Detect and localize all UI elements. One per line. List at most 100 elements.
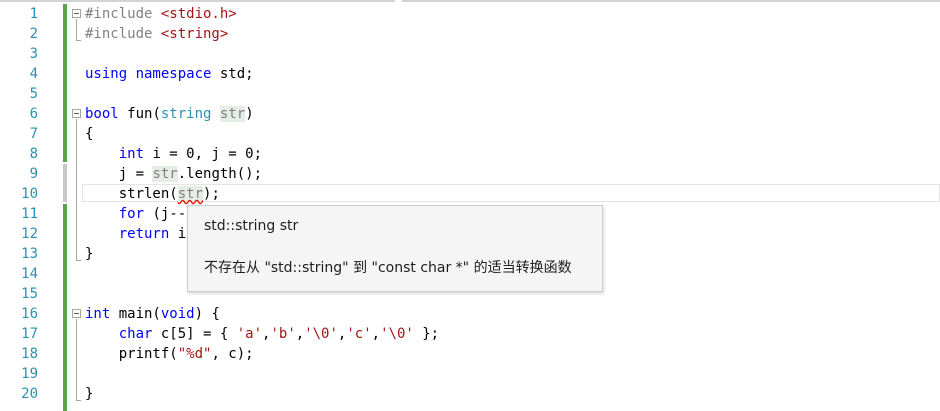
code-token: str: [152, 166, 178, 182]
line-number: 3: [29, 46, 38, 62]
code-token: #include: [85, 26, 161, 42]
code-text: }: [85, 384, 93, 404]
code-text: int main(void) {: [85, 304, 220, 324]
code-text: strlen(str);: [85, 184, 220, 204]
code-token: int: [118, 146, 153, 162]
code-line[interactable]: 17 char c[5] = { 'a','b','\0','c','\0' }…: [0, 324, 940, 344]
code-text: bool fun(string str): [85, 104, 254, 124]
code-token: str: [177, 186, 204, 202]
code-text: using namespace std;: [85, 64, 254, 84]
line-number: 13: [21, 246, 38, 262]
code-line[interactable]: 8 int i = 0, j = 0;: [0, 144, 940, 164]
code-token: 'a': [236, 326, 263, 342]
line-number: 17: [21, 326, 38, 342]
code-token: ): [245, 106, 254, 122]
code-token: fun(: [127, 106, 161, 122]
code-token: printf(: [85, 346, 178, 362]
code-token: using: [85, 66, 136, 82]
code-line[interactable]: 16 int main(void) {: [0, 304, 940, 324]
line-number: 2: [29, 26, 38, 42]
code-token: bool: [85, 106, 128, 122]
code-text: }: [85, 244, 93, 264]
code-token: }: [85, 246, 94, 262]
code-line[interactable]: 10 strlen(str);: [0, 184, 940, 204]
code-text: j = str.length();: [85, 164, 262, 184]
quick-info-tooltip: std::string str 不存在从 "std::string" 到 "co…: [187, 205, 603, 292]
editor-top-border: [0, 0, 940, 3]
code-token: '\0': [304, 326, 338, 342]
code-token: str: [219, 106, 246, 122]
code-editor[interactable]: 1 #include <stdio.h> 2 #include <string> 3 4 u…: [0, 0, 940, 411]
code-text: #include <string>: [85, 24, 228, 44]
code-token: strlen(: [85, 186, 178, 202]
code-token: char: [118, 326, 161, 342]
line-number: 15: [21, 286, 38, 302]
code-token: #include: [85, 6, 161, 22]
code-token: void: [160, 306, 195, 322]
code-text: #include <stdio.h>: [85, 4, 237, 24]
code-token: string: [160, 106, 220, 122]
line-number: 12: [21, 226, 38, 242]
code-text: return i: [85, 224, 186, 244]
code-token: <string>: [160, 26, 229, 42]
code-token: j =: [85, 166, 153, 182]
line-number: 10: [21, 186, 38, 202]
code-token: );: [203, 186, 220, 202]
line-number: 6: [29, 106, 38, 122]
line-number: 14: [21, 266, 38, 282]
code-token: std;: [219, 66, 254, 82]
code-token: i = 0, j = 0;: [152, 146, 263, 162]
code-token: return: [118, 226, 178, 242]
code-token: ,: [295, 326, 305, 342]
code-line[interactable]: 4 using namespace std;: [0, 64, 940, 84]
code-text: {: [85, 124, 93, 144]
code-line[interactable]: 19: [0, 364, 940, 384]
code-token: namespace: [135, 66, 220, 82]
code-line[interactable]: 5: [0, 84, 940, 104]
code-token: {: [85, 126, 94, 142]
code-token: };: [413, 326, 440, 342]
code-token: '\0': [380, 326, 414, 342]
tooltip-signature: std::string str: [204, 218, 299, 234]
line-number: 9: [29, 166, 38, 182]
tooltip-error-message: 不存在从 "std::string" 到 "const char *" 的适当转…: [204, 260, 572, 276]
code-text: printf("%d", c);: [85, 344, 254, 364]
line-number: 7: [29, 126, 38, 142]
code-line[interactable]: 1 #include <stdio.h>: [0, 4, 940, 24]
line-number: 5: [29, 86, 38, 102]
line-number: 4: [29, 66, 38, 82]
code-line[interactable]: 3: [0, 44, 940, 64]
code-line[interactable]: 20}: [0, 384, 940, 404]
code-line[interactable]: 7{: [0, 124, 940, 144]
code-text: char c[5] = { 'a','b','\0','c','\0' };: [85, 324, 439, 344]
code-line[interactable]: 9 j = str.length();: [0, 164, 940, 184]
line-number: 8: [29, 146, 38, 162]
line-number: 19: [21, 366, 38, 382]
line-number: 1: [29, 6, 38, 22]
code-token: ,: [371, 326, 381, 342]
code-token: }: [85, 386, 94, 402]
line-number: 18: [21, 346, 38, 362]
code-token: int: [85, 306, 119, 322]
code-text: int i = 0, j = 0;: [85, 144, 262, 164]
code-token: <stdio.h>: [160, 6, 237, 22]
code-token: main(: [118, 306, 161, 322]
code-token: i: [177, 226, 187, 242]
code-line[interactable]: 6 bool fun(string str): [0, 104, 940, 124]
code-token: for: [118, 206, 153, 222]
code-line[interactable]: 18 printf("%d", c);: [0, 344, 940, 364]
code-token: c[5] = {: [160, 326, 237, 342]
code-line[interactable]: 2 #include <string>: [0, 24, 940, 44]
line-number: 16: [21, 306, 38, 322]
code-token: "%d": [177, 346, 212, 362]
code-token: , c);: [211, 346, 254, 362]
code-token: 'b': [270, 326, 296, 342]
code-text: for (j--;: [85, 204, 195, 224]
code-token: 'c': [346, 326, 372, 342]
code-token: ) {: [194, 306, 220, 322]
line-number: 11: [21, 206, 38, 222]
